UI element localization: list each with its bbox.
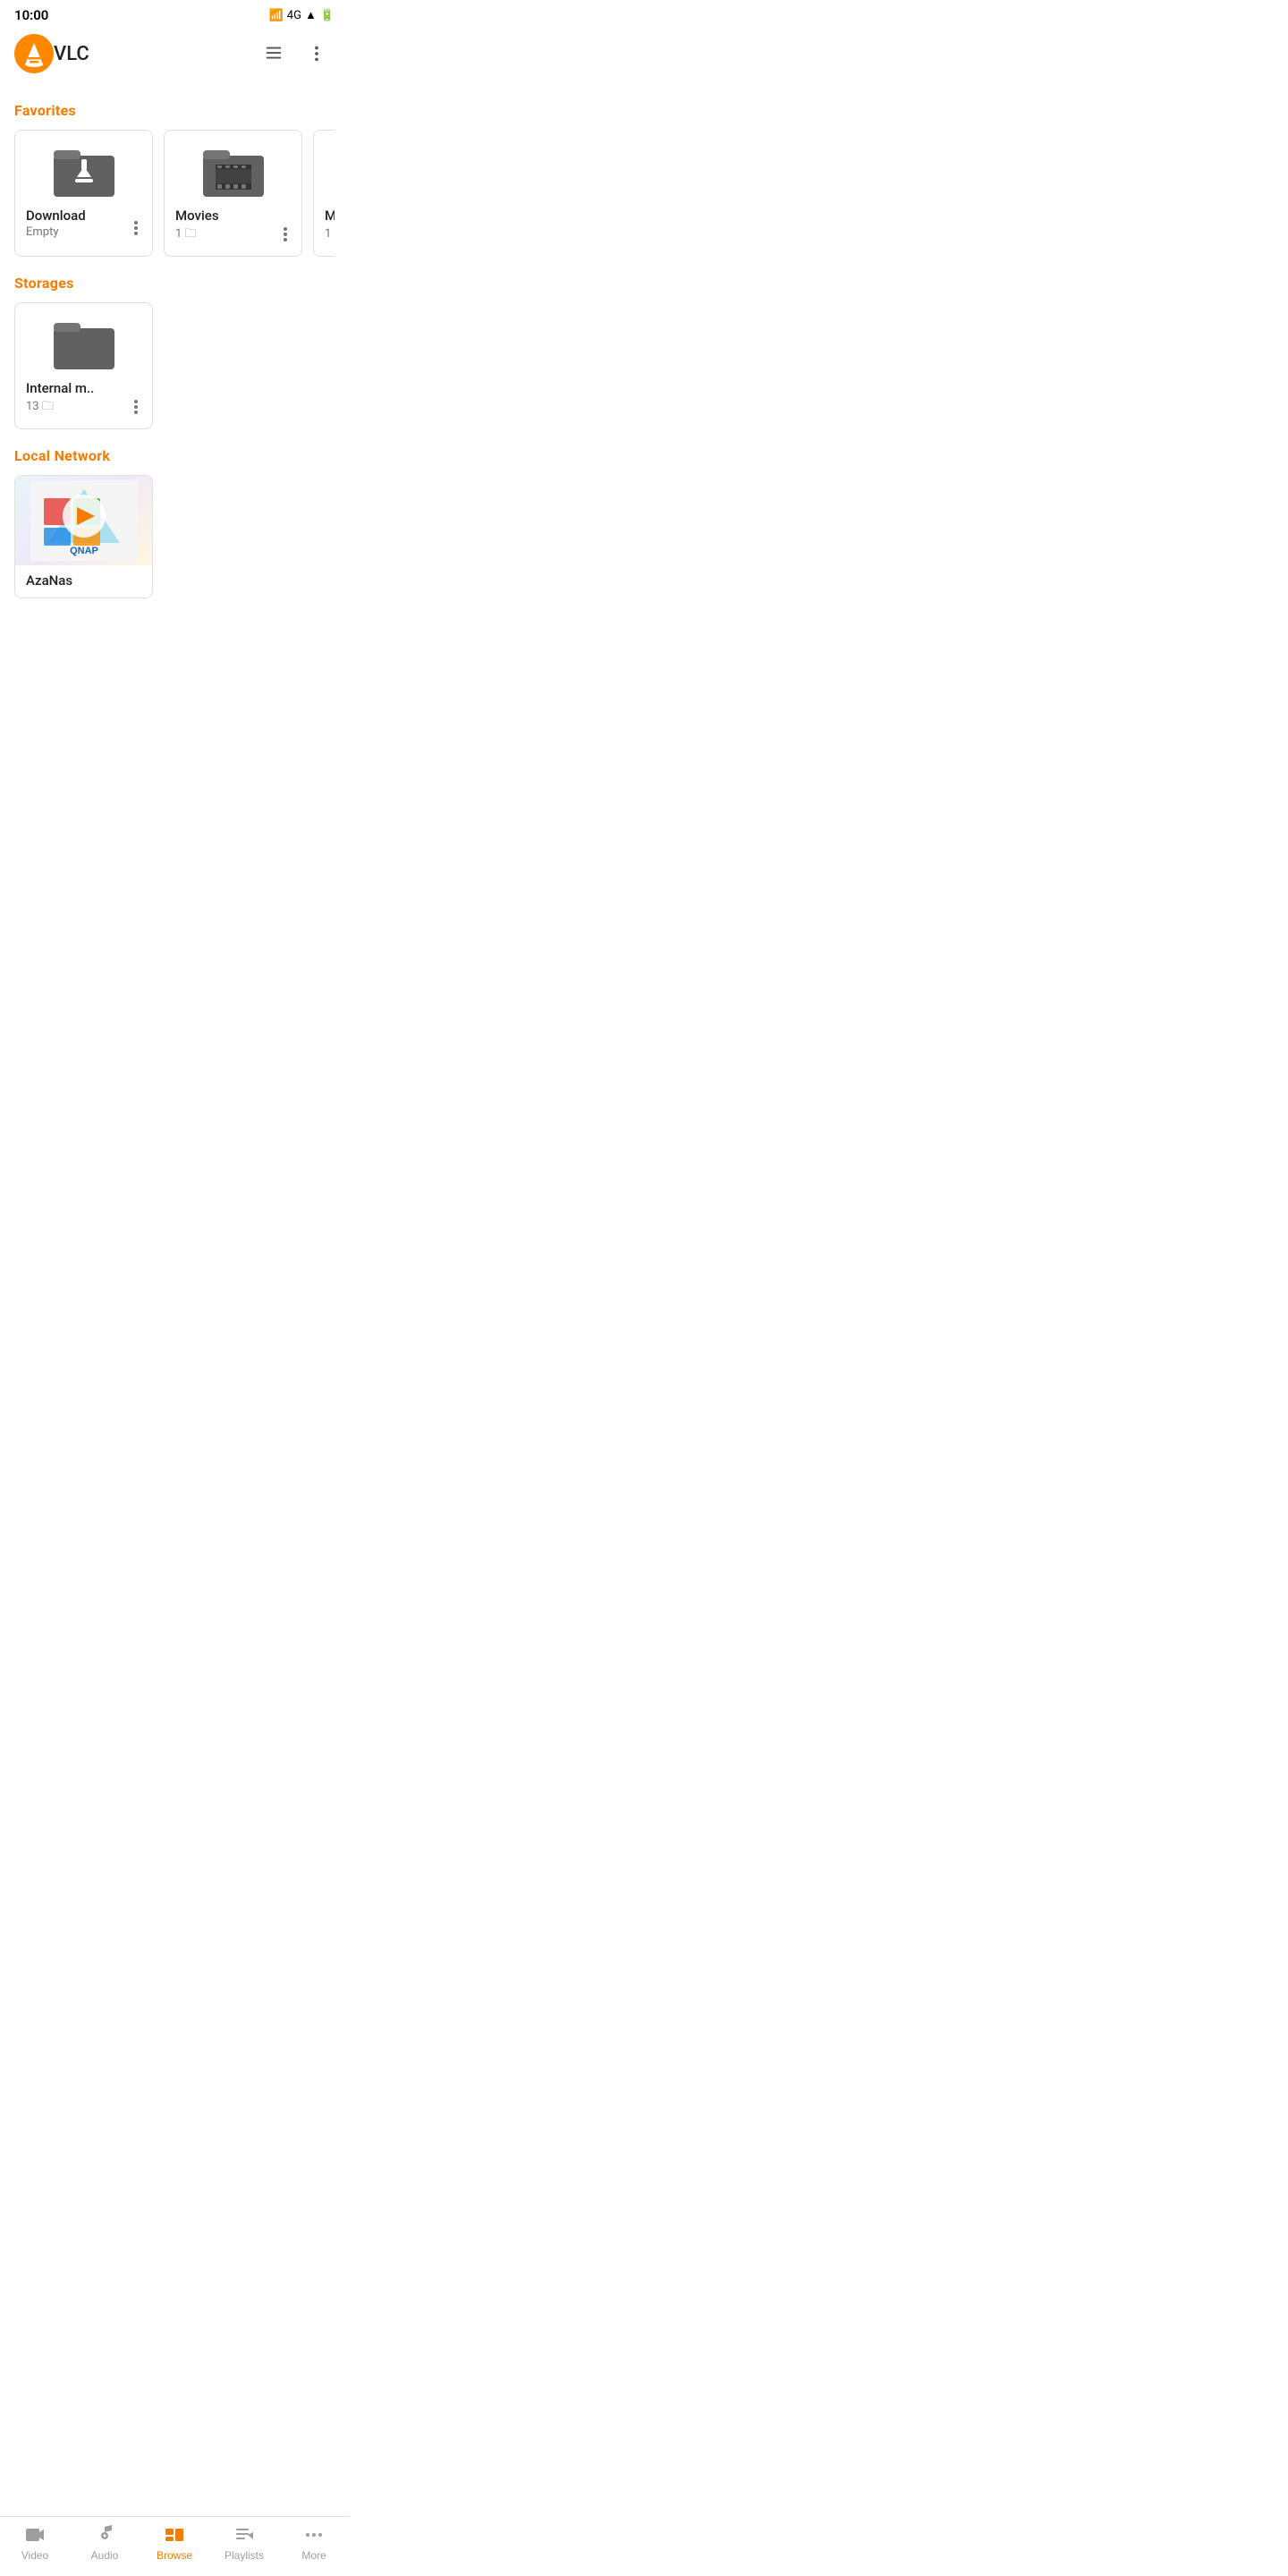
battery-icon: 🔋	[320, 9, 335, 22]
dot	[134, 400, 138, 403]
status-icons: 📶 4G ▲ 🔋	[269, 8, 335, 22]
movies-card-bottom: Movies 1 🗀	[175, 208, 291, 245]
signal-text: 4G	[287, 9, 301, 22]
nav-audio-button[interactable]: Audio	[70, 2524, 140, 2562]
nav-more-button[interactable]: More	[279, 2524, 349, 2562]
download-card-info: Download Empty	[26, 208, 86, 239]
app-bar: VLC	[0, 27, 349, 80]
qnap-icon: QNAP	[30, 480, 138, 561]
movies-card-menu-button[interactable]	[280, 224, 291, 245]
azanas-card[interactable]: QNAP AzaNas	[14, 475, 153, 598]
internal-card-icon-area	[26, 314, 141, 371]
download-card-bottom: Download Empty	[26, 208, 141, 239]
download-card-icon-area	[26, 141, 141, 199]
movies-card-subtitle: 1 🗀	[175, 225, 219, 245]
download-card-menu-button[interactable]	[131, 217, 141, 239]
azanas-card-image: QNAP	[15, 476, 152, 565]
local-network-cards-row: QNAP AzaNas	[14, 475, 335, 602]
more-vertical-icon	[307, 44, 326, 64]
status-bar: 10:00 📶 4G ▲ 🔋	[0, 0, 349, 27]
dot	[134, 221, 138, 225]
music-card-title: Music	[325, 208, 335, 224]
wifi-icon: 📶	[269, 9, 284, 22]
bottom-nav: Video Audio Browse Playlists	[0, 2516, 349, 2576]
movies-card-title: Movies	[175, 208, 219, 224]
video-icon	[24, 2524, 46, 2546]
internal-card-subtitle: 13 🗀	[26, 398, 94, 418]
dot	[134, 232, 138, 235]
signal-bars-icon: ▲	[305, 8, 317, 22]
favorites-section-title: Favorites	[14, 102, 335, 119]
app-title: VLC	[54, 43, 256, 65]
browse-icon	[164, 2524, 185, 2546]
music-card-icon-area: ♪	[325, 141, 335, 199]
download-card[interactable]: Download Empty	[14, 130, 153, 257]
list-view-button[interactable]	[256, 36, 292, 72]
movies-card-info: Movies 1 🗀	[175, 208, 219, 245]
azanas-card-title: AzaNas	[15, 565, 152, 597]
more-icon	[303, 2524, 325, 2546]
download-card-title: Download	[26, 208, 86, 224]
internal-card-bottom: Internal m.. 13 🗀	[26, 380, 141, 418]
nav-browse-label: Browse	[157, 2549, 192, 2562]
list-view-icon	[264, 44, 284, 64]
app-bar-icons	[256, 36, 335, 72]
download-card-subtitle: Empty	[26, 225, 86, 239]
main-content: Favorites Download Empty	[0, 80, 349, 674]
movies-card[interactable]: Movies 1 🗀	[164, 130, 302, 257]
dot	[284, 233, 287, 236]
dot	[134, 411, 138, 414]
vlc-logo	[14, 34, 54, 73]
audio-icon	[94, 2524, 115, 2546]
more-options-button[interactable]	[299, 36, 335, 72]
movies-card-icon-area	[175, 141, 291, 199]
nav-video-button[interactable]: Video	[0, 2524, 70, 2562]
music-card-bottom: Music 1 🗀	[325, 208, 335, 245]
local-network-section-title: Local Network	[14, 447, 335, 464]
internal-folder-icon	[52, 314, 116, 371]
internal-card-title: Internal m..	[26, 380, 94, 396]
status-time: 10:00	[14, 7, 48, 23]
nav-playlists-label: Playlists	[225, 2549, 264, 2562]
favorites-cards-row: Download Empty	[14, 130, 335, 260]
dot	[134, 226, 138, 230]
nav-audio-label: Audio	[91, 2549, 119, 2562]
nav-video-label: Video	[21, 2549, 48, 2562]
dot	[284, 227, 287, 231]
nav-playlists-button[interactable]: Playlists	[209, 2524, 279, 2562]
storages-section-title: Storages	[14, 275, 335, 292]
movies-folder-icon	[201, 141, 266, 199]
music-card[interactable]: ♪ Music 1 🗀	[313, 130, 335, 257]
music-card-info: Music 1 🗀	[325, 208, 335, 245]
nav-browse-button[interactable]: Browse	[140, 2524, 209, 2562]
internal-card-info: Internal m.. 13 🗀	[26, 380, 94, 418]
dot	[284, 238, 287, 242]
storages-cards-row: Internal m.. 13 🗀	[14, 302, 335, 433]
internal-storage-card[interactable]: Internal m.. 13 🗀	[14, 302, 153, 429]
nav-more-label: More	[301, 2549, 326, 2562]
svg-text:QNAP: QNAP	[70, 546, 98, 556]
music-card-subtitle: 1 🗀	[325, 225, 335, 245]
download-folder-icon	[52, 141, 116, 199]
dot	[134, 405, 138, 409]
playlists-icon	[233, 2524, 255, 2546]
internal-card-menu-button[interactable]	[131, 396, 141, 418]
